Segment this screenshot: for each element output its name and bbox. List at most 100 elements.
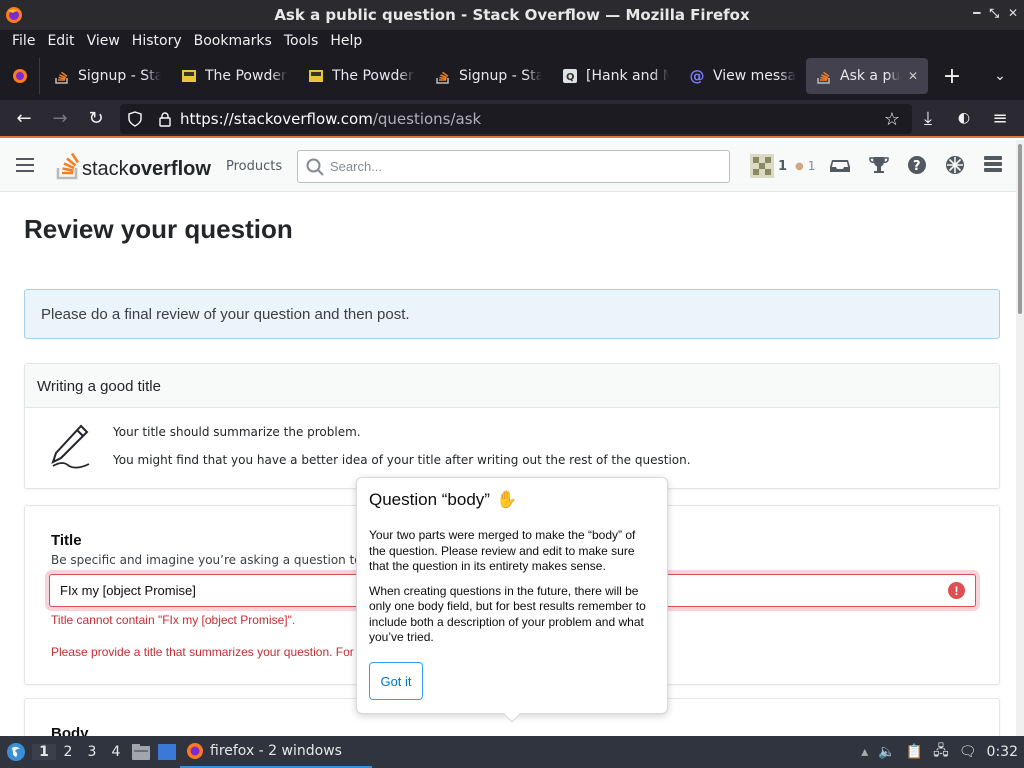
shield-icon bbox=[120, 111, 150, 127]
menu-tools[interactable]: Tools bbox=[278, 33, 325, 49]
site-switcher-icon[interactable] bbox=[984, 156, 1002, 178]
workspace-4[interactable]: 4 bbox=[104, 744, 128, 760]
file-manager-icon[interactable] bbox=[128, 744, 154, 760]
clock: 0:32 bbox=[986, 744, 1018, 760]
writing-good-title-card: Writing a good title Your title should s… bbox=[24, 363, 1000, 489]
at-icon: @ bbox=[689, 67, 705, 85]
svg-text:?: ? bbox=[913, 159, 921, 174]
reputation: 1 bbox=[778, 158, 788, 174]
hamburger-menu-icon[interactable] bbox=[16, 157, 34, 177]
navigation-toolbar: ← → ↻ https://stackoverflow.com/question… bbox=[0, 100, 1024, 138]
network-icon[interactable]: 🖧 bbox=[933, 740, 949, 764]
error-icon: ! bbox=[948, 582, 965, 599]
volume-icon[interactable]: 🔈 bbox=[878, 744, 895, 760]
menu-edit[interactable]: Edit bbox=[41, 33, 80, 49]
new-tab-button[interactable]: + bbox=[928, 58, 976, 94]
title-tip-2: You might find that you have a better id… bbox=[113, 453, 691, 467]
downloads-button[interactable]: ⤓ bbox=[910, 99, 946, 137]
title-hint: Be specific and imagine you’re asking a … bbox=[51, 553, 401, 567]
url-path: /questions/ask bbox=[372, 110, 482, 128]
workspace-3[interactable]: 3 bbox=[80, 744, 104, 760]
workspace-2[interactable]: 2 bbox=[56, 744, 80, 760]
minimize-icon[interactable]: ━ bbox=[973, 6, 980, 21]
title-error-1: Title cannot contain "FIx my [object Pro… bbox=[51, 613, 296, 627]
so-logo[interactable]: stack overflow bbox=[56, 150, 211, 180]
star-icon[interactable]: ☆ bbox=[884, 109, 900, 130]
close-tab-icon[interactable]: ✕ bbox=[908, 69, 918, 83]
workspace-1[interactable]: 1 bbox=[32, 744, 56, 760]
firefox-icon bbox=[187, 743, 203, 759]
tab-powder-2[interactable]: The Powder T bbox=[298, 58, 425, 94]
arrow-right-icon: → bbox=[52, 107, 68, 129]
window-titlebar: Ask a public question - Stack Overflow —… bbox=[0, 0, 1024, 30]
start-menu-icon[interactable] bbox=[0, 736, 32, 768]
body-label: Body bbox=[51, 725, 89, 736]
url-field[interactable]: https://stackoverflow.com/questions/ask … bbox=[120, 104, 912, 134]
main-content: Review your question Please do a final r… bbox=[0, 192, 1016, 736]
window-title: Ask a public question - Stack Overflow —… bbox=[274, 6, 750, 24]
power-icon[interactable]: ▴ bbox=[861, 744, 868, 760]
inbox-icon[interactable] bbox=[830, 156, 850, 178]
user-profile[interactable]: 1 ● 1 bbox=[750, 154, 815, 178]
arrow-left-icon: ← bbox=[16, 107, 32, 129]
desktop-icon[interactable] bbox=[154, 744, 180, 760]
page-title: Review your question bbox=[24, 214, 293, 244]
powder-icon bbox=[181, 68, 197, 84]
close-icon[interactable]: ✕ bbox=[1008, 6, 1018, 21]
download-icon: ⤓ bbox=[924, 107, 932, 129]
menu-bookmarks[interactable]: Bookmarks bbox=[188, 33, 278, 49]
reload-icon: ↻ bbox=[88, 107, 104, 129]
tab-signup-1[interactable]: Signup - Stac bbox=[44, 58, 171, 94]
page-scrollbar[interactable] bbox=[1016, 140, 1024, 736]
forward-button[interactable]: → bbox=[42, 99, 78, 137]
plus-icon: + bbox=[942, 63, 962, 89]
achievements-trophy-icon[interactable] bbox=[869, 156, 889, 178]
tab-signup-2[interactable]: Signup - Stac bbox=[425, 58, 552, 94]
popover-text-2: When creating questions in the future, t… bbox=[369, 583, 646, 645]
tab-bar: Signup - Stac The Powder T The Powder T … bbox=[0, 52, 1024, 100]
title-label: Title bbox=[51, 532, 82, 549]
stackoverflow-icon bbox=[435, 68, 451, 84]
products-link[interactable]: Products bbox=[226, 159, 282, 174]
extension-button[interactable]: ◐ bbox=[946, 99, 982, 137]
tab-ask-question[interactable]: Ask a publ ✕ bbox=[806, 58, 928, 94]
so-topbar: stack overflow Products Search... 1 ● 1 ? bbox=[0, 140, 1024, 192]
popover-title: Question “body” bbox=[369, 490, 490, 509]
firefox-icon bbox=[12, 69, 27, 83]
back-button[interactable]: ← bbox=[6, 99, 42, 137]
help-icon[interactable]: ? bbox=[907, 155, 927, 179]
title-error-2: Please provide a title that summarizes y… bbox=[51, 645, 354, 659]
menu-history[interactable]: History bbox=[126, 33, 188, 49]
bronze-count: 1 bbox=[807, 159, 816, 173]
search-input[interactable]: Search... bbox=[297, 150, 730, 183]
list-tabs-button[interactable]: ⌄ bbox=[982, 58, 1018, 94]
popover-text-1: Your two parts were merged to make the “… bbox=[369, 528, 636, 573]
review-queue-icon[interactable] bbox=[945, 155, 965, 179]
firefox-view-button[interactable] bbox=[0, 58, 40, 94]
svg-text:Q: Q bbox=[566, 72, 575, 83]
firefox-icon bbox=[4, 5, 24, 29]
tab-powder-1[interactable]: The Powder T bbox=[171, 58, 298, 94]
chevron-down-icon: ⌄ bbox=[994, 68, 1006, 84]
taskbar: 1 2 3 4 firefox - 2 windows ▴ 🔈 📋 🖧 🗨 0:… bbox=[0, 736, 1024, 768]
stackoverflow-icon bbox=[54, 68, 70, 84]
tab-hank[interactable]: Q [Hank and M bbox=[552, 58, 679, 94]
clipboard-icon[interactable]: 📋 bbox=[906, 744, 923, 760]
restore-icon[interactable]: ⤡ bbox=[989, 6, 999, 21]
taskbar-firefox[interactable]: firefox - 2 windows bbox=[180, 736, 372, 768]
reload-button[interactable]: ↻ bbox=[78, 99, 114, 137]
search-icon bbox=[306, 158, 324, 176]
menu-view[interactable]: View bbox=[81, 33, 126, 49]
lock-icon bbox=[150, 111, 180, 127]
stackoverflow-icon bbox=[56, 152, 80, 180]
review-notice: Please do a final review of your questio… bbox=[24, 289, 1000, 339]
tab-view-messages[interactable]: @ View messag bbox=[679, 58, 806, 94]
notification-icon[interactable]: 🗨 bbox=[959, 744, 977, 760]
menu-button[interactable]: ≡ bbox=[982, 99, 1018, 137]
got-it-button[interactable]: Got it bbox=[369, 662, 423, 700]
scrollbar-thumb[interactable] bbox=[1018, 144, 1022, 314]
menu-help[interactable]: Help bbox=[324, 33, 368, 49]
avatar bbox=[750, 154, 774, 178]
url-base: https://stackoverflow.com bbox=[180, 110, 373, 128]
menu-file[interactable]: File bbox=[6, 33, 41, 49]
